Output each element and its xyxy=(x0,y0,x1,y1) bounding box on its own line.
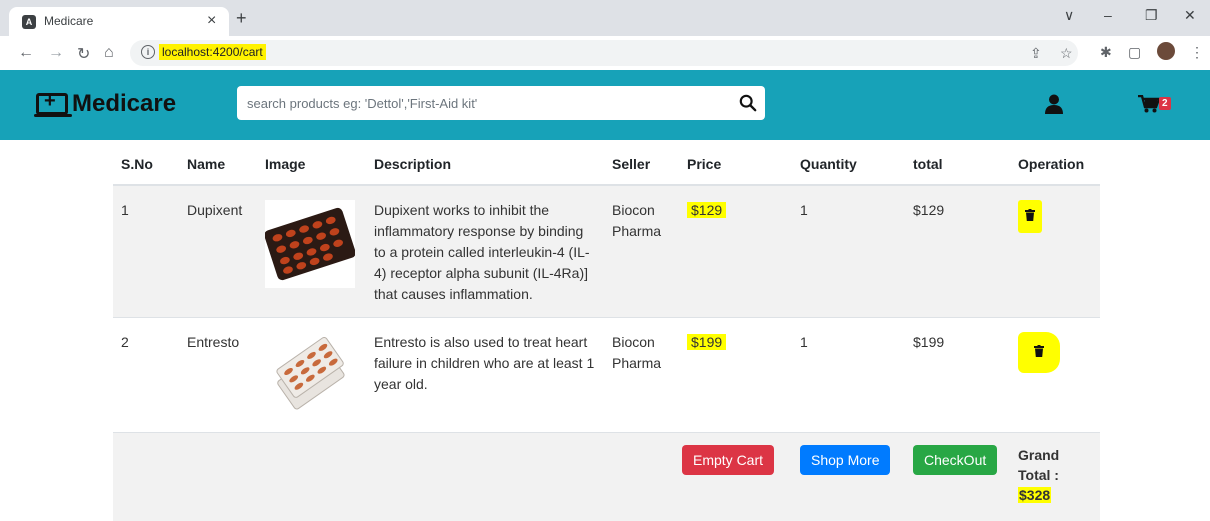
grand-total-value: $328 xyxy=(1018,487,1051,503)
shop-more-button[interactable]: Shop More xyxy=(800,445,890,475)
row-quantity: 1 xyxy=(792,185,905,318)
share-icon[interactable]: ⇪ xyxy=(1030,45,1042,62)
cart-footer-row: Empty Cart Shop More CheckOut Grand Tota… xyxy=(113,433,1100,521)
header-operation: Operation xyxy=(1010,142,1100,185)
search-icon[interactable] xyxy=(739,94,757,112)
user-icon[interactable] xyxy=(1045,94,1063,114)
row-sno: 2 xyxy=(113,318,179,433)
row-seller: Biocon Pharma xyxy=(604,318,679,433)
header-sno: S.No xyxy=(113,142,179,185)
header-image: Image xyxy=(257,142,366,185)
reload-icon[interactable]: ↻ xyxy=(77,44,90,64)
delete-button[interactable] xyxy=(1018,332,1060,373)
laptop-plus-icon xyxy=(36,93,68,115)
home-icon[interactable]: ⌂ xyxy=(104,44,114,62)
close-window-icon[interactable]: ✕ xyxy=(1184,7,1196,24)
browser-toolbar: ← → ↻ ⌂ i localhost:4200/cart ⇪ ☆ ✱ ▢ ⋮ xyxy=(0,36,1210,70)
minimize-icon[interactable]: – xyxy=(1104,7,1112,23)
cart-count-badge: 2 xyxy=(1159,97,1171,110)
cart-icon xyxy=(1138,95,1160,113)
product-image xyxy=(265,200,355,288)
row-sno: 1 xyxy=(113,185,179,318)
profile-avatar[interactable] xyxy=(1157,42,1175,60)
row-price: $129 xyxy=(687,202,726,218)
tab-title: Medicare xyxy=(44,14,93,28)
restore-icon[interactable]: ❐ xyxy=(1145,7,1158,24)
tab-search-icon[interactable]: ∨ xyxy=(1064,7,1074,24)
brand-logo[interactable]: Medicare xyxy=(36,90,176,118)
search-bar xyxy=(237,86,765,120)
row-description: Entresto is also used to treat heart fai… xyxy=(366,318,604,433)
forward-icon[interactable]: → xyxy=(48,44,64,62)
product-image xyxy=(265,332,355,420)
row-name: Entresto xyxy=(179,318,257,433)
info-icon[interactable]: i xyxy=(141,45,155,59)
price-cell: $199 xyxy=(679,318,792,433)
image-cell xyxy=(257,185,366,318)
row-total: $129 xyxy=(905,185,1010,318)
table-row: 1 Dupixent Dupixent work xyxy=(113,185,1100,318)
row-seller: Biocon Pharma xyxy=(604,185,679,318)
browser-tab[interactable]: A Medicare × xyxy=(9,7,229,36)
header-seller: Seller xyxy=(604,142,679,185)
empty-cell xyxy=(366,433,604,521)
brand-name: Medicare xyxy=(72,90,176,118)
delete-button[interactable] xyxy=(1018,200,1042,233)
angular-icon: A xyxy=(22,15,36,29)
back-icon[interactable]: ← xyxy=(18,44,34,62)
row-name: Dupixent xyxy=(179,185,257,318)
empty-cell xyxy=(179,433,257,521)
address-bar[interactable]: i localhost:4200/cart ⇪ ☆ xyxy=(130,40,1078,66)
price-cell: $129 xyxy=(679,185,792,318)
image-cell xyxy=(257,318,366,433)
empty-cell xyxy=(604,433,679,521)
checkout-cell: CheckOut xyxy=(905,433,1010,521)
search-input[interactable] xyxy=(237,86,717,120)
row-description: Dupixent works to inhibit the inflammato… xyxy=(366,185,604,318)
header-price: Price xyxy=(679,142,792,185)
row-price: $199 xyxy=(687,334,726,350)
grand-total-cell: Grand Total : $328 xyxy=(1010,433,1100,521)
operation-cell xyxy=(1010,185,1100,318)
empty-cell xyxy=(113,433,179,521)
bookmark-star-icon[interactable]: ☆ xyxy=(1060,45,1073,62)
new-tab-icon[interactable]: + xyxy=(236,8,247,29)
table-row: 2 Entresto Entresto is als xyxy=(113,318,1100,433)
grand-total-label: Grand Total : xyxy=(1018,445,1068,485)
trash-icon xyxy=(1034,345,1044,357)
table-header-row: S.No Name Image Description Seller Price… xyxy=(113,142,1100,185)
app-navbar: Medicare 2 xyxy=(0,70,1210,140)
header-quantity: Quantity xyxy=(792,142,905,185)
menu-icon[interactable]: ⋮ xyxy=(1190,44,1204,61)
shop-more-cell: Shop More xyxy=(792,433,905,521)
extensions-icon[interactable]: ✱ xyxy=(1100,44,1112,61)
header-description: Description xyxy=(366,142,604,185)
trash-icon xyxy=(1025,209,1035,221)
row-quantity: 1 xyxy=(792,318,905,433)
operation-cell xyxy=(1010,318,1100,433)
url-text[interactable]: localhost:4200/cart xyxy=(159,44,266,60)
side-panel-icon[interactable]: ▢ xyxy=(1128,44,1141,61)
tab-close-icon[interactable]: × xyxy=(207,12,216,30)
checkout-button[interactable]: CheckOut xyxy=(913,445,997,475)
empty-cell xyxy=(257,433,366,521)
header-total: total xyxy=(905,142,1010,185)
empty-cart-cell: Empty Cart xyxy=(679,433,792,521)
row-total: $199 xyxy=(905,318,1010,433)
cart-table: S.No Name Image Description Seller Price… xyxy=(113,142,1100,521)
empty-cart-button[interactable]: Empty Cart xyxy=(682,445,774,475)
browser-tab-bar: A Medicare × + ∨ – ❐ ✕ xyxy=(0,0,1210,36)
cart-button[interactable]: 2 xyxy=(1138,95,1160,118)
header-name: Name xyxy=(179,142,257,185)
